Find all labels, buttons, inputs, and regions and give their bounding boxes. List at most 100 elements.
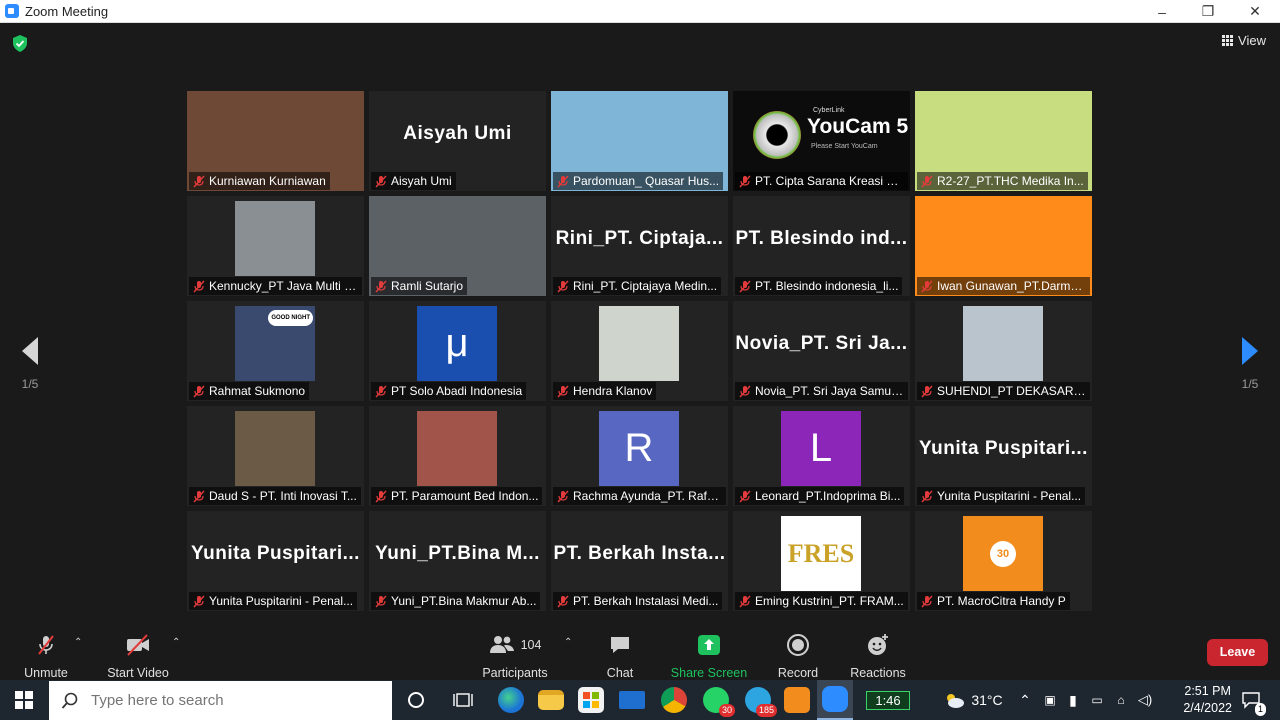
tray-volume[interactable]: ◁) [1134,680,1156,720]
whatsapp-app[interactable]: 30 [698,680,735,720]
participant-tile[interactable]: Yunita Puspitari... Yunita Puspitarini - … [915,406,1092,506]
participant-tile[interactable]: R2-27_PT.THC Medika In... [915,91,1092,191]
participant-name-label: Rahmat Sukmono [189,382,310,400]
tray-battery[interactable]: ▭ [1086,680,1108,720]
telegram-badge: 185 [755,704,777,717]
muted-mic-icon [739,280,751,293]
participant-name: Yuni_PT.Bina Makmur Ab... [391,594,537,608]
participant-tile[interactable]: GOOD NIGHT Rahmat Sukmono [187,301,364,401]
participant-tile[interactable]: PT. Berkah Insta... PT. Berkah Instalasi … [551,511,728,611]
participant-tile[interactable]: PT. Paramount Bed Indon... [369,406,546,506]
participants-options-caret[interactable]: ⌃ [564,637,572,648]
chrome-app[interactable] [656,680,692,720]
file-explorer-app[interactable] [534,680,568,720]
office-app[interactable] [780,680,814,720]
taskbar-clock[interactable]: 2:51 PM 2/4/2022 [1183,683,1232,717]
participant-tile[interactable]: FRES Eming Kustrini_PT. FRAM... [733,511,910,611]
tray-meet[interactable]: ▣ [1039,680,1061,720]
participant-tile[interactable]: Novia_PT. Sri Ja... Novia_PT. Sri Jaya Sa… [733,301,910,401]
shield-check-icon[interactable] [12,35,28,52]
participant-name-label: Yunita Puspitarini - Penal... [189,592,358,610]
participant-tile[interactable]: Iwan Gunawan_PT.Darma... [915,196,1092,296]
share-screen-label: Share Screen [670,666,748,680]
participant-display-name: PT. Blesindo ind... [735,228,908,249]
search-input[interactable] [91,692,371,709]
page-indicator-left: 1/5 [21,377,39,391]
video-feed [417,411,497,486]
battery-widget[interactable]: 1:46 [860,680,916,720]
taskbar-search[interactable] [49,681,392,720]
muted-mic-icon [739,175,751,188]
zoom-app[interactable] [817,680,853,720]
participants-count: 104 [520,638,542,652]
participant-tile[interactable]: PT. Blesindo ind... PT. Blesindo indonesi… [733,196,910,296]
muted-mic-icon [921,280,933,293]
participant-tile[interactable]: L Leonard_PT.Indoprima Bi... [733,406,910,506]
participant-display-name: Novia_PT. Sri Ja... [735,333,908,354]
participant-tile[interactable]: SUHENDI_PT DEKASARI P... [915,301,1092,401]
participant-tile[interactable]: 30 PT. MacroCitra Handy P [915,511,1092,611]
participant-name: Rahmat Sukmono [209,384,306,398]
participant-tile[interactable]: Yuni_PT.Bina M... Yuni_PT.Bina Makmur Ab.… [369,511,546,611]
record-button[interactable]: Record [774,633,822,680]
muted-mic-icon [921,595,933,608]
notifications-button[interactable]: 1 [1234,680,1268,720]
previous-page-button[interactable]: 1/5 [0,323,60,423]
participant-name: PT Solo Abadi Indonesia [391,384,523,398]
next-page-button[interactable]: 1/5 [1220,323,1280,423]
edge-app[interactable] [494,680,528,720]
muted-mic-icon [193,490,205,503]
participant-tile[interactable]: Kennucky_PT Java Multi Neo... [187,196,364,296]
muted-mic-icon [193,595,205,608]
participant-tile[interactable]: Daud S - PT. Inti Inovasi T... [187,406,364,506]
view-button[interactable]: View [1222,33,1266,48]
audio-options-caret[interactable]: ⌃ [74,637,82,648]
close-button[interactable]: ✕ [1232,0,1278,23]
participant-name: Aisyah Umi [391,174,452,188]
restore-button[interactable]: ❐ [1185,0,1231,23]
mail-app[interactable] [614,680,650,720]
muted-mic-icon [375,280,387,293]
store-app[interactable] [574,680,608,720]
participant-name-label: R2-27_PT.THC Medika In... [917,172,1088,190]
start-video-button[interactable]: Start Video [104,633,172,680]
participant-tile[interactable]: Ramli Sutarjo [369,196,546,296]
participant-tile[interactable]: μ PT Solo Abadi Indonesia [369,301,546,401]
participant-tile[interactable]: Rini_PT. Ciptaja... Rini_PT. Ciptajaya Me… [551,196,728,296]
cortana-button[interactable] [400,680,432,720]
telegram-app[interactable]: 185 [740,680,777,720]
participant-tile[interactable]: Hendra Klanov [551,301,728,401]
participant-tile[interactable]: CyberLink YouCam 5 Please Start YouCam PT. … [733,91,910,191]
chat-button[interactable]: Chat [598,633,642,680]
tray-network[interactable]: ⌂ [1110,680,1132,720]
chat-icon [611,637,629,653]
participant-tile[interactable]: R Rachma Ayunda_PT. Rafa... [551,406,728,506]
avatar: R [599,411,679,486]
tray-chevron[interactable]: ⌃ [1014,680,1036,720]
battery-icon: ▭ [1091,693,1103,707]
smiley-plus-icon [868,634,888,655]
task-view-button[interactable] [446,680,480,720]
leave-button[interactable]: Leave [1207,639,1268,666]
participant-name-label: Yuni_PT.Bina Makmur Ab... [371,592,541,610]
participant-name-label: PT Solo Abadi Indonesia [371,382,527,400]
weather-widget[interactable]: 31°C [938,680,1008,720]
share-screen-button[interactable]: Share Screen [670,633,748,680]
participant-tile[interactable]: Aisyah Umi Aisyah Umi [369,91,546,191]
muted-mic-icon [739,385,751,398]
video-options-caret[interactable]: ⌃ [172,637,180,648]
windows-logo-icon [15,691,33,709]
participant-tile[interactable]: Kurniawan Kurniawan [187,91,364,191]
participant-tile[interactable]: Yunita Puspitari... Yunita Puspitarini - … [187,511,364,611]
participants-button[interactable]: 104 Participants [480,633,550,680]
logo-text: 30 [990,540,1016,567]
minimize-button[interactable]: – [1139,0,1185,23]
participant-tile[interactable]: Pardomuan_ Quasar Hus... [551,91,728,191]
tray-mic[interactable]: ▮ [1062,680,1084,720]
reactions-button[interactable]: Reactions [848,633,908,680]
start-button[interactable] [0,680,48,720]
notifications-badge: 1 [1254,703,1266,716]
arrow-left-icon [22,337,38,365]
participant-name: Iwan Gunawan_PT.Darma... [937,279,1088,293]
unmute-button[interactable]: Unmute [18,633,74,680]
